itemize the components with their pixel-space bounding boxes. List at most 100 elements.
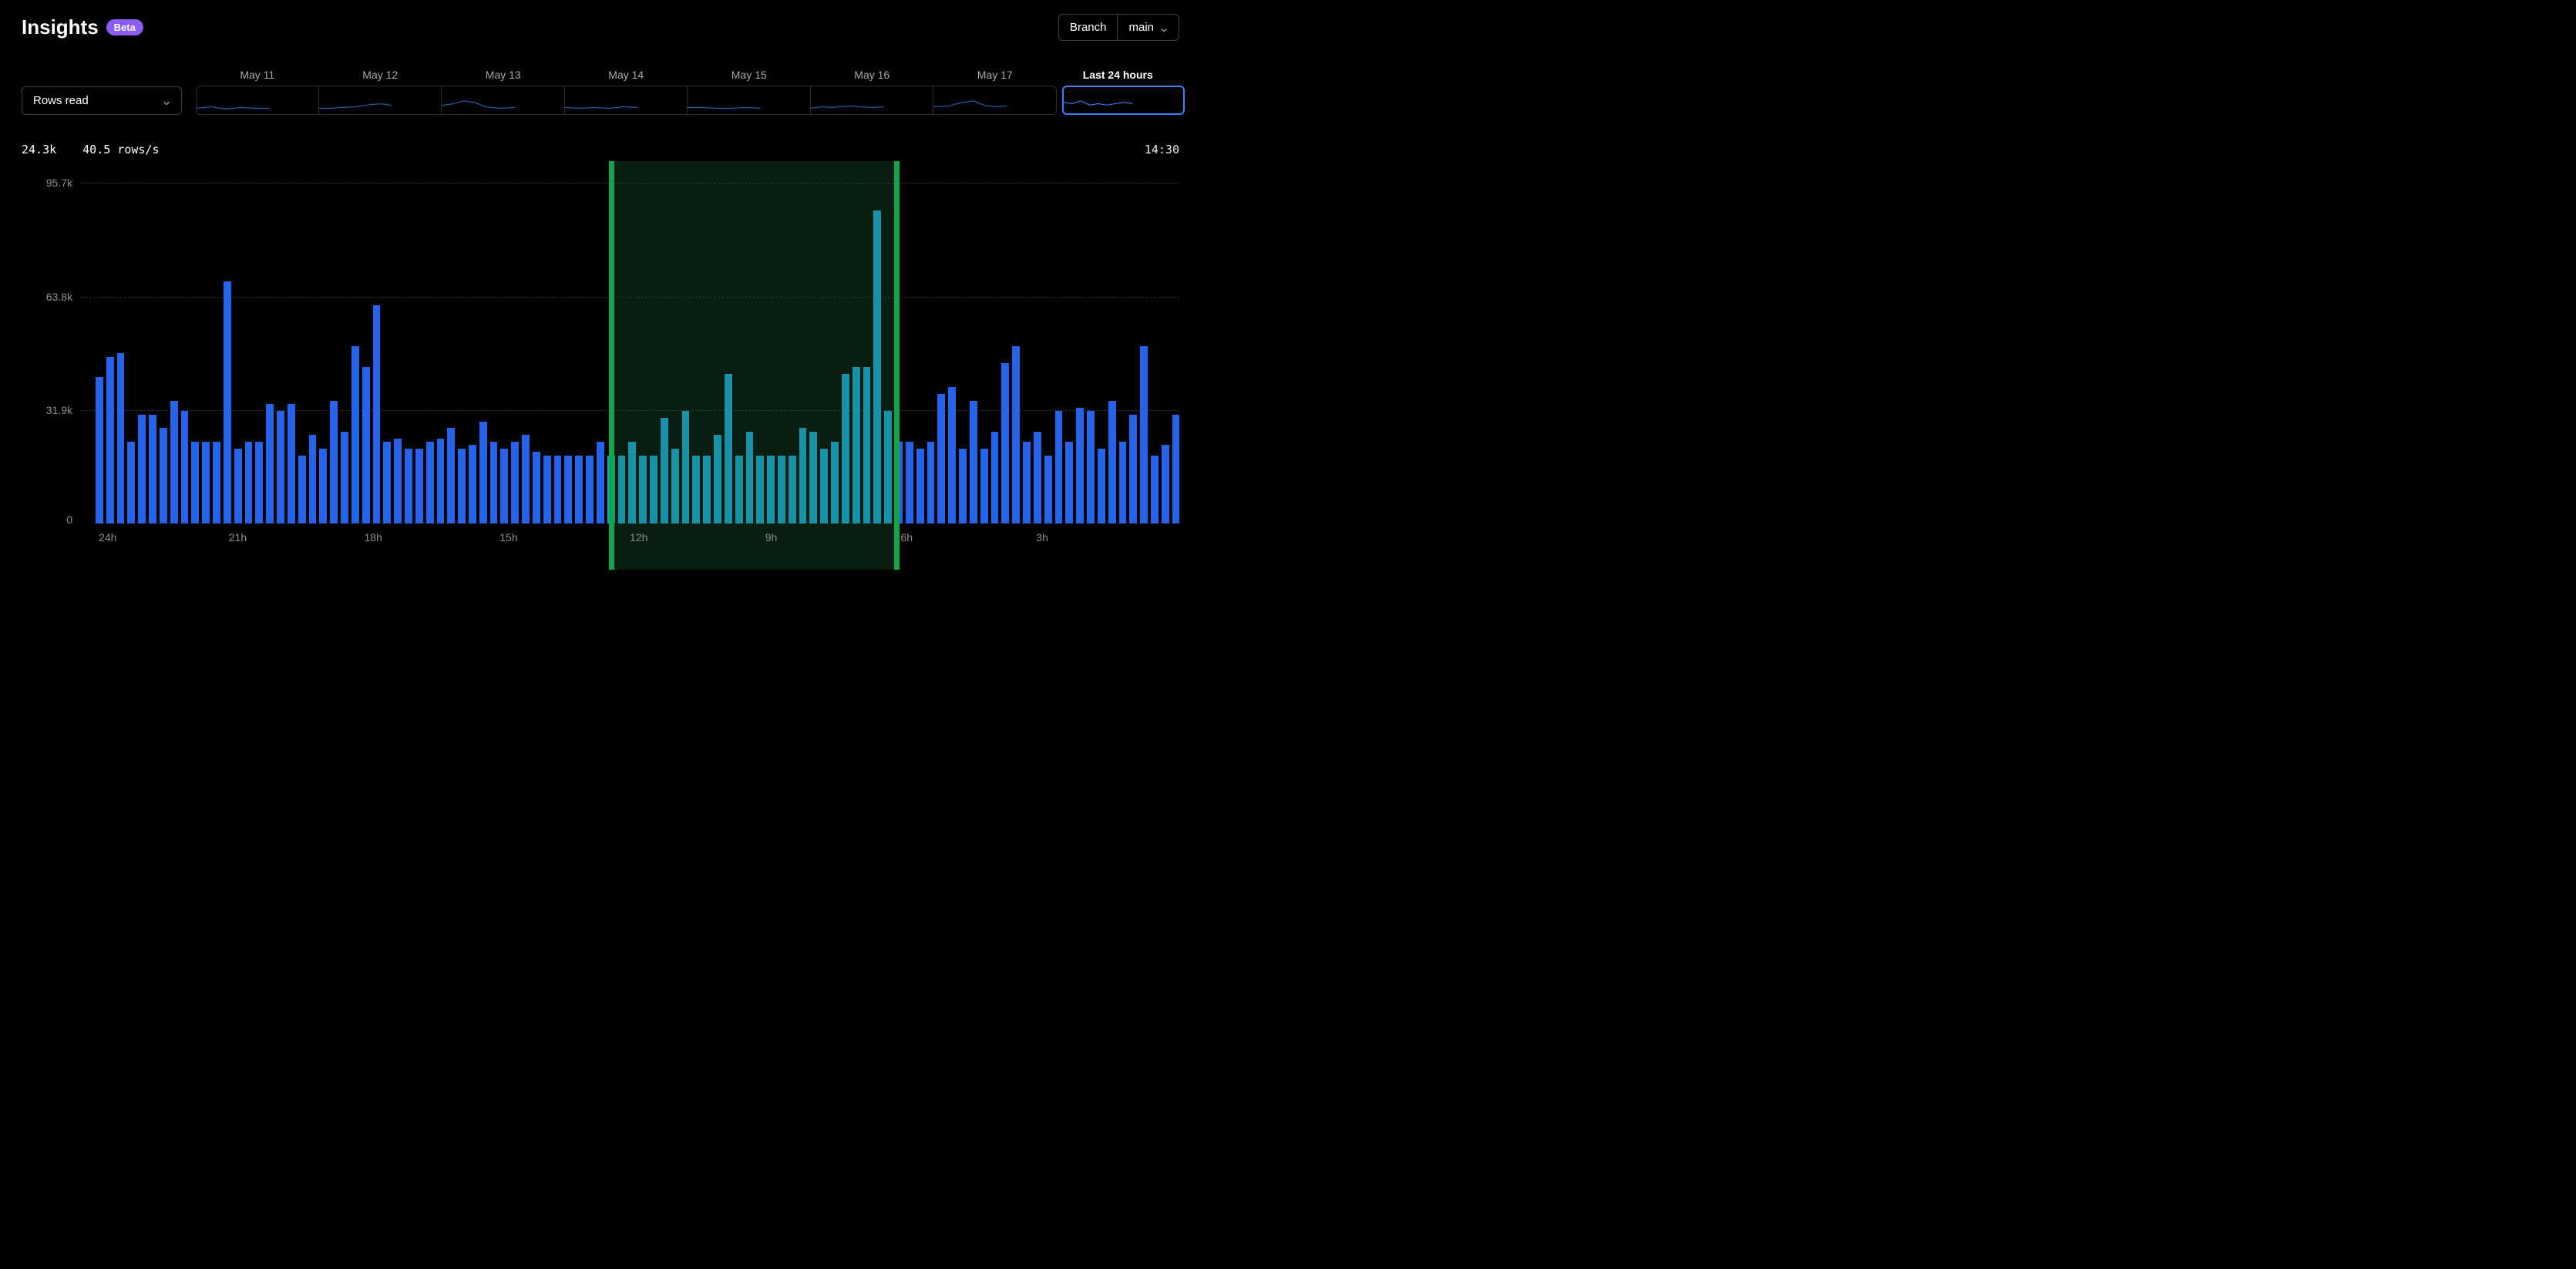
bar[interactable]: [853, 367, 860, 523]
day-col-may-16[interactable]: May 16: [811, 69, 934, 115]
bar[interactable]: [543, 456, 551, 523]
bar[interactable]: [884, 411, 892, 523]
bar[interactable]: [1076, 408, 1084, 523]
bar[interactable]: [1044, 456, 1052, 523]
bar[interactable]: [1065, 442, 1073, 523]
bar[interactable]: [980, 449, 988, 523]
bar[interactable]: [202, 442, 210, 523]
bar[interactable]: [916, 449, 924, 523]
sparkline[interactable]: [688, 86, 811, 115]
main-chart[interactable]: 95.7k 63.8k 31.9k 0 24h 21h 18h 15h 12h …: [22, 169, 1179, 523]
bar[interactable]: [607, 456, 615, 523]
bar[interactable]: [1098, 449, 1105, 523]
bar[interactable]: [937, 394, 945, 523]
branch-value-dropdown[interactable]: main: [1118, 15, 1179, 40]
bar[interactable]: [714, 435, 721, 523]
bar[interactable]: [330, 401, 338, 523]
bar[interactable]: [522, 435, 530, 523]
bar[interactable]: [533, 452, 540, 523]
bar[interactable]: [266, 404, 274, 523]
bar[interactable]: [831, 442, 839, 523]
day-col-may-13[interactable]: May 13: [442, 69, 565, 115]
bar[interactable]: [160, 428, 167, 523]
bar[interactable]: [778, 456, 785, 523]
day-col-may-15[interactable]: May 15: [688, 69, 811, 115]
bar[interactable]: [1001, 363, 1009, 523]
bar[interactable]: [618, 456, 626, 523]
bar[interactable]: [1034, 432, 1041, 523]
sparkline[interactable]: [319, 86, 442, 115]
bar[interactable]: [575, 456, 583, 523]
bar[interactable]: [106, 357, 114, 523]
bar[interactable]: [1012, 346, 1020, 523]
bar[interactable]: [341, 432, 348, 523]
branch-selector[interactable]: Branch main: [1058, 14, 1179, 41]
bar[interactable]: [213, 442, 220, 523]
bar[interactable]: [224, 281, 231, 523]
bar[interactable]: [117, 353, 125, 523]
bar[interactable]: [138, 415, 146, 523]
bar[interactable]: [288, 404, 295, 523]
bar[interactable]: [1129, 415, 1137, 523]
day-col-last-24h[interactable]: Last 24 hours: [1057, 69, 1180, 115]
bar[interactable]: [639, 456, 647, 523]
bar[interactable]: [586, 456, 594, 523]
bar[interactable]: [1140, 346, 1148, 523]
bar[interactable]: [181, 411, 189, 523]
bar[interactable]: [277, 411, 284, 523]
day-col-may-12[interactable]: May 12: [319, 69, 442, 115]
bar[interactable]: [959, 449, 967, 523]
bar[interactable]: [96, 377, 103, 523]
bar[interactable]: [628, 442, 636, 523]
bar[interactable]: [447, 428, 455, 523]
bar[interactable]: [842, 374, 849, 523]
bar[interactable]: [234, 449, 242, 523]
plot-area[interactable]: [82, 169, 1179, 523]
bar[interactable]: [426, 442, 434, 523]
sparkline[interactable]: [196, 86, 319, 115]
bar[interactable]: [564, 456, 572, 523]
bar[interactable]: [362, 367, 370, 523]
bar[interactable]: [490, 442, 498, 523]
bar[interactable]: [170, 401, 178, 523]
bar[interactable]: [948, 387, 956, 523]
bar[interactable]: [682, 411, 690, 523]
bar[interactable]: [469, 445, 476, 523]
bar[interactable]: [405, 449, 412, 523]
bar[interactable]: [1087, 411, 1095, 523]
bar[interactable]: [458, 449, 466, 523]
bar[interactable]: [820, 449, 828, 523]
metric-dropdown[interactable]: Rows read: [22, 86, 182, 115]
bar[interactable]: [1108, 401, 1116, 523]
bar[interactable]: [650, 456, 657, 523]
bar[interactable]: [191, 442, 199, 523]
bar[interactable]: [554, 456, 562, 523]
bar[interactable]: [1055, 411, 1063, 523]
bar[interactable]: [597, 442, 604, 523]
bar[interactable]: [767, 456, 775, 523]
bar[interactable]: [351, 346, 359, 523]
bar[interactable]: [1023, 442, 1031, 523]
bar[interactable]: [383, 442, 391, 523]
bar[interactable]: [671, 449, 679, 523]
bar[interactable]: [1162, 445, 1169, 523]
bar[interactable]: [245, 442, 253, 523]
sparkline[interactable]: [565, 86, 688, 115]
bar[interactable]: [906, 442, 913, 523]
bar[interactable]: [735, 456, 743, 523]
bar[interactable]: [500, 449, 508, 523]
bar[interactable]: [1172, 415, 1180, 523]
bar[interactable]: [437, 439, 445, 523]
bar[interactable]: [661, 418, 668, 523]
bar[interactable]: [746, 432, 754, 523]
bar[interactable]: [799, 428, 807, 523]
bar[interactable]: [511, 442, 519, 523]
sparkline[interactable]: [811, 86, 934, 115]
sparkline[interactable]: [933, 86, 1057, 115]
bar[interactable]: [756, 456, 764, 523]
bar[interactable]: [149, 415, 156, 523]
bar[interactable]: [692, 456, 700, 523]
bar[interactable]: [1119, 442, 1127, 523]
bar[interactable]: [415, 449, 423, 523]
bar[interactable]: [863, 367, 871, 523]
